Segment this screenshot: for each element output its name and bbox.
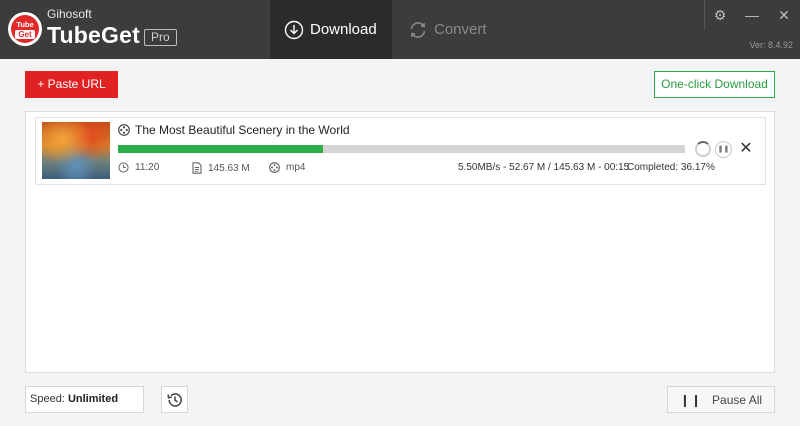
progress-bar (118, 145, 685, 153)
title-separator (704, 0, 705, 30)
pause-icon: ❙❙ (679, 392, 703, 407)
minimize-icon[interactable]: — (743, 6, 761, 24)
edition-badge: Pro (144, 29, 177, 46)
duration: 11:20 (118, 162, 159, 173)
video-title: The Most Beautiful Scenery in the World (135, 123, 350, 137)
speed-label: Speed: (30, 393, 65, 405)
file-format: mp4 (269, 162, 305, 173)
tab-convert-label: Convert (434, 21, 487, 38)
paste-url-button[interactable]: + Paste URL (25, 71, 118, 98)
transfer-status: 5.50MB/s - 52.67 M / 145.63 M - 00:15 (458, 162, 630, 173)
version-label: Ver: 8.4.92 (749, 40, 793, 50)
speed-value: Unlimited (67, 393, 119, 405)
file-icon (192, 162, 202, 174)
history-icon (166, 392, 182, 407)
close-icon[interactable]: ✕ (775, 6, 793, 24)
refresh-icon (410, 21, 426, 38)
speed-limit-selector[interactable]: Speed: Unlimited (25, 386, 144, 413)
pause-all-label: Pause All (712, 392, 763, 407)
tab-convert[interactable]: Convert (404, 0, 524, 59)
film-reel-icon (269, 162, 280, 173)
tab-download-label: Download (310, 21, 377, 38)
one-click-download-button[interactable]: One-click Download (654, 71, 775, 98)
remove-item-icon[interactable]: ✕ (738, 140, 754, 158)
film-reel-icon (118, 124, 130, 136)
clock-icon (118, 162, 129, 173)
progress-fill (118, 145, 324, 153)
video-title-row: The Most Beautiful Scenery in the World (118, 123, 350, 137)
pause-all-button[interactable]: ❙❙ Pause All (667, 386, 775, 413)
download-list: The Most Beautiful Scenery in the World … (25, 111, 775, 373)
title-bar: Tube Get Gihosoft TubeGet Pro Download C… (0, 0, 800, 59)
loading-spinner-icon (695, 141, 711, 157)
app-logo: Tube Get (8, 12, 42, 46)
download-circle-icon (284, 20, 304, 39)
download-item[interactable]: The Most Beautiful Scenery in the World … (35, 117, 766, 185)
pause-item-icon[interactable]: ❚❚ (715, 141, 732, 158)
history-button[interactable] (161, 386, 188, 413)
tab-download[interactable]: Download (270, 0, 392, 59)
completed-percent: Completed: 36.17% (627, 162, 715, 173)
brand-company: Gihosoft (47, 7, 92, 21)
video-thumbnail (42, 122, 110, 179)
file-size: 145.63 M (192, 162, 250, 174)
settings-icon[interactable]: ⚙ (711, 6, 729, 24)
brand-product: TubeGet (47, 22, 140, 48)
